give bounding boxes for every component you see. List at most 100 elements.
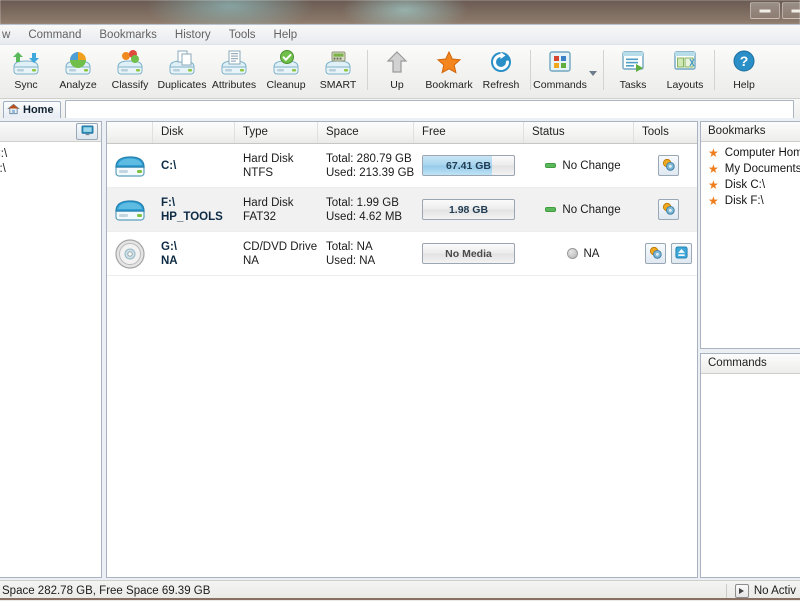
tree-item-label: cal Disk C:\: [0, 148, 7, 160]
toolbar-button-attributes[interactable]: Attributes: [208, 48, 260, 94]
column-header-free[interactable]: Free: [414, 122, 524, 143]
star-icon: [435, 48, 463, 78]
tree-item-label: cal Disk F:\: [0, 163, 6, 175]
list-item[interactable]: ★ Disk F:\: [701, 193, 800, 209]
toolbar-label: Layouts: [667, 79, 704, 91]
toolbar-button-refresh[interactable]: Refresh: [475, 48, 527, 94]
main-toolbar: Sync Analyze: [0, 45, 800, 99]
column-header-space[interactable]: Space: [318, 122, 414, 143]
toolbar-button-classify[interactable]: Classify: [104, 48, 156, 94]
column-header-disk[interactable]: Disk: [153, 122, 235, 143]
status-gray-circle-icon: [567, 248, 578, 259]
eject-button[interactable]: [671, 243, 692, 264]
menu-bookmarks[interactable]: Bookmarks: [90, 27, 166, 43]
tree-panel-header: [0, 122, 101, 142]
status-label: No Change: [562, 160, 620, 172]
disk-settings-icon: [662, 158, 675, 174]
bookmark-label: Computer Home: [725, 147, 800, 159]
column-header-status[interactable]: Status: [524, 122, 634, 143]
tree-item-disk-c[interactable]: cal Disk C:\: [0, 146, 101, 161]
free-space-bar: 1.98 GB: [422, 199, 515, 220]
disk-type: Hard Disk: [243, 152, 318, 166]
commands-grid-icon: [546, 48, 574, 78]
toolbar-button-tasks[interactable]: Tasks: [607, 48, 659, 94]
menu-command[interactable]: Command: [19, 27, 90, 43]
bookmarks-panel-title: Bookmarks: [701, 122, 800, 142]
column-header-icon[interactable]: [107, 122, 153, 143]
menu-help[interactable]: Help: [265, 27, 307, 43]
toolbar-label: Attributes: [212, 79, 256, 91]
list-item[interactable]: ★ My Documents: [701, 161, 800, 177]
cell-status: No Change: [524, 144, 634, 187]
home-button[interactable]: Home: [3, 101, 61, 120]
status-label: NA: [584, 248, 600, 260]
toolbar-button-bookmark[interactable]: Bookmark: [423, 48, 475, 94]
cell-space: Total: 1.99 GB Used: 4.62 MB: [318, 188, 414, 231]
list-item[interactable]: ★ Disk C:\: [701, 177, 800, 193]
chevron-down-icon: [589, 71, 597, 76]
toolbar-button-sync[interactable]: Sync: [0, 48, 52, 94]
tree-item-disk-f[interactable]: cal Disk F:\: [0, 161, 101, 176]
hard-disk-icon: [107, 188, 153, 231]
window-maximize-button[interactable]: [782, 2, 800, 19]
disk-table-body: C:\ Hard Disk NTFS Total: 280.79 GB Used…: [107, 144, 697, 577]
cell-disk: F:\ HP_TOOLS: [153, 188, 235, 231]
smart-disk-icon: [323, 48, 353, 78]
cell-tools: [634, 188, 694, 231]
menu-tools[interactable]: Tools: [220, 27, 265, 43]
classify-disk-icon: [115, 48, 145, 78]
table-row[interactable]: F:\ HP_TOOLS Hard Disk FAT32 Total: 1.99…: [107, 188, 697, 232]
disk-settings-icon: [662, 202, 675, 218]
free-space-label: 67.41 GB: [423, 156, 514, 175]
toolbar-button-up[interactable]: Up: [371, 48, 423, 94]
menu-history[interactable]: History: [166, 27, 220, 43]
toolbar-separator-2: [530, 50, 531, 90]
disk-settings-button[interactable]: [658, 155, 679, 176]
play-triangle: [739, 588, 744, 594]
star-icon: ★: [708, 163, 719, 175]
free-space-label: 1.98 GB: [423, 200, 514, 219]
toolbar-button-analyze[interactable]: Analyze: [52, 48, 104, 94]
drive-letter: C:\: [161, 159, 235, 173]
hard-disk-icon: [107, 144, 153, 187]
status-activity[interactable]: No Activ: [727, 584, 800, 598]
disk-settings-button[interactable]: [645, 243, 666, 264]
commands-dropdown-button[interactable]: [586, 48, 600, 96]
minimize-icon: [760, 9, 771, 12]
drive-letter: G:\: [161, 240, 235, 254]
toolbar-separator-3: [603, 50, 604, 90]
table-row[interactable]: G:\ NA CD/DVD Drive NA Total: NA Used: N…: [107, 232, 697, 276]
window-minimize-button[interactable]: [750, 2, 780, 19]
cell-free: 67.41 GB: [414, 144, 524, 187]
disk-settings-button[interactable]: [658, 199, 679, 220]
bookmark-label: Disk C:\: [725, 179, 765, 191]
menu-view-clipped[interactable]: w: [0, 27, 19, 43]
attributes-disk-icon: [219, 48, 249, 78]
list-item[interactable]: ★ Computer Home: [701, 145, 800, 161]
help-question-icon: ?: [730, 48, 758, 78]
free-space-label: No Media: [423, 244, 514, 263]
free-space-bar: 67.41 GB: [422, 155, 515, 176]
disk-settings-icon: [649, 246, 662, 262]
toolbar-button-smart[interactable]: SMART: [312, 48, 364, 94]
toolbar-label: Bookmark: [425, 79, 472, 91]
table-row[interactable]: C:\ Hard Disk NTFS Total: 280.79 GB Used…: [107, 144, 697, 188]
toolbar-button-help[interactable]: ? Help: [718, 48, 770, 94]
toolbar-button-commands[interactable]: Commands: [534, 48, 586, 94]
address-path-input[interactable]: [65, 100, 794, 120]
star-icon: ★: [708, 179, 719, 191]
cell-type: Hard Disk FAT32: [235, 188, 318, 231]
navigation-tree-panel: cal Disk C:\ cal Disk F:\: [0, 121, 102, 578]
toolbar-button-cleanup[interactable]: Cleanup: [260, 48, 312, 94]
toolbar-separator-4: [714, 50, 715, 90]
star-icon: ★: [708, 195, 719, 207]
column-header-tools[interactable]: Tools: [634, 122, 694, 143]
toolbar-button-layouts[interactable]: Layouts: [659, 48, 711, 94]
toolbar-label: Sync: [14, 79, 37, 91]
cell-disk: G:\ NA: [153, 232, 235, 275]
column-header-type[interactable]: Type: [235, 122, 318, 143]
toolbar-button-duplicates[interactable]: Duplicates: [156, 48, 208, 94]
disk-table-panel: Disk Type Space Free Status Tools: [106, 121, 698, 578]
tasks-list-icon: [619, 48, 647, 78]
computer-view-button[interactable]: [76, 123, 98, 140]
